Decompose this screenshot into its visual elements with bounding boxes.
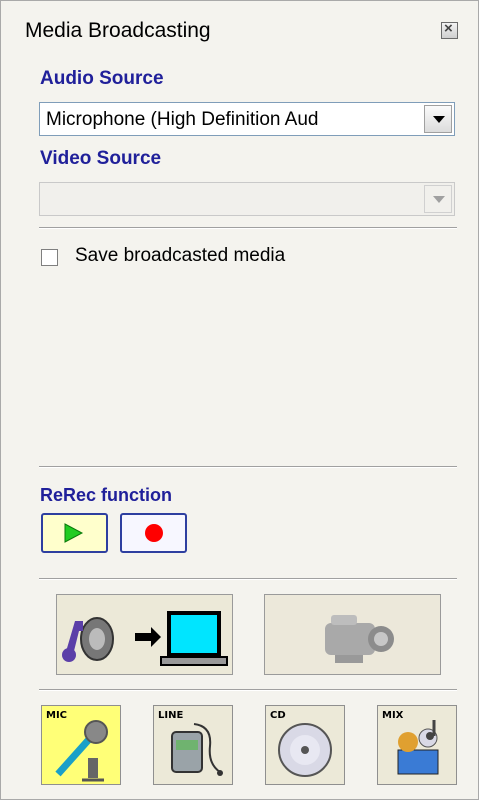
play-icon [64,523,84,543]
window-title: Media Broadcasting [25,19,211,42]
speaker-to-monitor-icon [62,611,228,666]
divider [39,466,457,468]
save-media-checkbox[interactable] [41,249,58,266]
audio-source-select[interactable]: Microphone (High Definition Aud [39,102,455,136]
video-camera-button[interactable] [264,594,441,675]
audio-source-value: Microphone (High Definition Aud [46,109,319,130]
record-icon [145,524,163,542]
source-cd-button[interactable]: CD [265,705,345,785]
video-source-label: Video Source [40,148,162,169]
source-mic-button[interactable]: MIC [41,705,121,785]
rerec-play-button[interactable] [41,513,108,553]
divider [39,689,457,691]
audio-source-label: Audio Source [40,68,164,89]
rerec-label: ReRec function [40,485,173,505]
title-bar: Media Broadcasting × [1,1,478,55]
divider [39,227,457,229]
chevron-down-icon[interactable] [424,105,452,133]
source-mix-button[interactable]: MIX [377,705,457,785]
close-icon: × [444,20,453,37]
mix-media-icon [397,720,439,775]
microphone-icon [55,720,108,782]
chevron-down-icon[interactable] [424,185,452,213]
save-media-label: Save broadcasted media [75,245,286,266]
divider [39,578,457,580]
close-button[interactable]: × [441,20,458,39]
cd-disc-icon [278,723,332,777]
rerec-record-button[interactable] [120,513,187,553]
camcorder-icon [325,615,394,663]
media-broadcasting-panel: Media Broadcasting × Audio Source Microp… [0,0,479,800]
audio-to-screen-button[interactable] [56,594,233,675]
line-in-device-icon [171,723,223,776]
video-source-select[interactable] [39,182,455,216]
source-line-button[interactable]: LINE [153,705,233,785]
